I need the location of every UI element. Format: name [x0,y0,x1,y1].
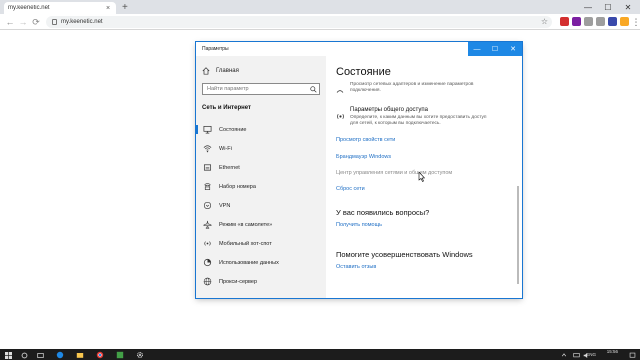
windows-taskbar: ENG 15:56 [0,349,640,360]
view-network-properties-link[interactable]: Просмотр свойств сети [336,137,395,143]
browser-close-icon[interactable]: ✕ [618,0,638,14]
sidebar-item-hotspot[interactable]: Мобильный хот-спот [196,234,326,253]
tab-title: my.keenetic.net [8,5,50,11]
search-icon[interactable] [20,351,28,359]
sidebar-item-status[interactable]: Состояние [196,120,326,139]
sharing-description-line2: для сетей, к которым вы подключаетесь. [350,121,441,126]
adapter-options-icon [336,81,344,99]
wifi-icon [202,144,212,154]
edge-icon[interactable] [56,351,64,359]
sidebar-section-title: Сеть и Интернет [202,105,251,111]
back-icon[interactable]: ← [4,16,16,28]
sharing-options-title[interactable]: Параметры общего доступа [350,107,428,113]
language-indicator[interactable]: ENG [586,352,596,357]
dialup-icon [202,182,212,192]
search-icon[interactable] [307,85,319,93]
extension-icon[interactable] [608,17,617,26]
hotspot-icon [202,239,212,249]
sidebar-item-label: VPN [219,202,231,209]
window-title: Параметры [202,46,229,52]
home-button[interactable]: Главная [202,67,239,75]
chrome-icon[interactable] [96,351,104,359]
media-icon[interactable] [116,351,124,359]
sidebar-item-label: Набор номера [219,183,256,190]
window-controls: — ☐ ✕ [468,42,522,56]
minimize-button[interactable]: — [468,42,486,56]
sidebar-item-ethernet[interactable]: Ethernet [196,158,326,177]
explorer-icon[interactable] [76,351,84,359]
sidebar-item-airplane[interactable]: Режим «в самолете» [196,215,326,234]
bookmark-star-icon[interactable]: ☆ [541,17,548,26]
address-bar[interactable]: my.keenetic.net ☆ [46,16,552,28]
extension-icon[interactable] [572,17,581,26]
browser-tab[interactable]: my.keenetic.net × [4,2,116,14]
close-button[interactable]: ✕ [504,42,522,56]
settings-sidebar: Главная Найти параметр Сеть и Интернет С… [196,56,326,298]
reload-icon[interactable]: ⟳ [30,16,42,28]
chrome-menu-icon[interactable]: ⋮ [630,16,640,28]
taskbar-clock[interactable]: 15:56 [607,349,618,360]
sidebar-item-label: Wi-Fi [219,145,232,152]
url-text: my.keenetic.net [61,19,103,25]
start-icon[interactable] [4,351,12,359]
search-placeholder: Найти параметр [207,86,249,92]
vpn-icon [202,201,212,211]
settings-titlebar[interactable]: Параметры — ☐ ✕ [196,42,522,56]
forward-icon[interactable]: → [17,16,29,28]
settings-content: Состояние Просмотр сетевых адаптеров и и… [326,56,522,298]
clock-date [607,355,618,360]
extension-icon[interactable] [596,17,605,26]
globe-icon [202,277,212,287]
sidebar-item-label: Ethernet [219,164,240,171]
tab-close-icon[interactable]: × [104,5,112,12]
sidebar-item-proxy[interactable]: Прокси-сервер [196,272,326,291]
mouse-cursor-icon [418,169,426,187]
get-help-link[interactable]: Получить помощь [336,222,382,228]
extension-icon[interactable] [560,17,569,26]
home-label: Главная [216,68,239,74]
questions-heading: У вас появились вопросы? [336,208,430,217]
status-icon [202,125,212,135]
page-title: Состояние [336,66,391,78]
settings-icon[interactable] [136,351,144,359]
sidebar-item-label: Режим «в самолете» [219,221,273,228]
task-view-icon[interactable] [36,351,44,359]
notifications-icon[interactable] [628,351,636,359]
network-tray-icon[interactable] [572,351,580,359]
improve-windows-heading: Помогите усовершенствовать Windows [336,250,473,259]
maximize-button[interactable]: ☐ [486,42,504,56]
clock-time: 15:56 [606,349,618,354]
info-icon[interactable] [52,19,57,25]
home-icon [202,67,210,75]
browser-maximize-icon[interactable]: ☐ [598,0,618,14]
adapters-description-line2: подключения. [350,88,381,93]
content-scrollbar[interactable] [517,186,519,284]
browser-toolbar: ← → ⟳ my.keenetic.net ☆ ⋮ [0,14,640,30]
settings-search-input[interactable]: Найти параметр [202,83,320,95]
new-tab-button[interactable]: + [122,2,128,13]
network-sharing-center-link[interactable]: Центр управления сетями и общим доступом [336,170,452,176]
sidebar-item-label: Состояние [219,126,247,133]
extension-icon[interactable] [584,17,593,26]
ethernet-icon [202,163,212,173]
give-feedback-link[interactable]: Оставить отзыв [336,264,376,270]
extension-icon[interactable] [620,17,629,26]
network-reset-link[interactable]: Сброс сети [336,186,365,192]
sidebar-item-dialup[interactable]: Набор номера [196,177,326,196]
sidebar-item-label: Мобильный хот-спот [219,240,272,247]
sharing-options-icon [336,108,345,126]
browser-tabstrip: my.keenetic.net × + — ☐ ✕ [0,0,640,14]
sidebar-item-vpn[interactable]: VPN [196,196,326,215]
browser-minimize-icon[interactable]: — [578,0,598,14]
settings-window: Параметры — ☐ ✕ Главная Найти параметр С… [196,42,522,298]
sidebar-item-data-usage[interactable]: Использование данных [196,253,326,272]
sidebar-item-wifi[interactable]: Wi-Fi [196,139,326,158]
airplane-icon [202,220,212,230]
sidebar-item-label: Прокси-сервер [219,278,258,285]
sidebar-item-label: Использование данных [219,259,279,266]
windows-firewall-link[interactable]: Брандмауэр Windows [336,154,391,160]
data-usage-icon [202,258,212,268]
tray-chevron-icon[interactable] [560,351,568,359]
